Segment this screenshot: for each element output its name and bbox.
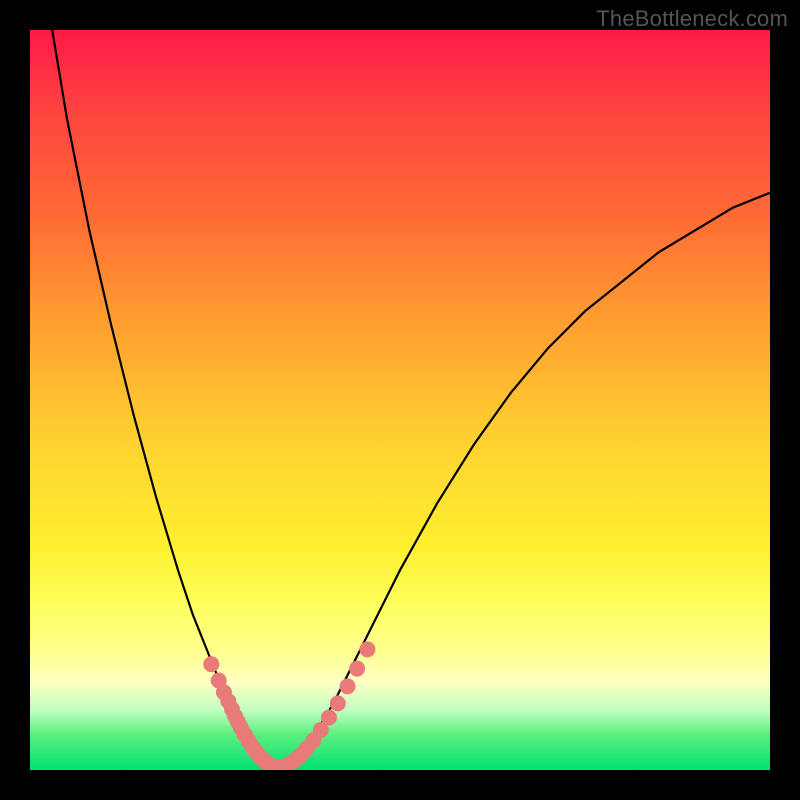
curve-group <box>52 30 770 768</box>
data-marker <box>349 661 365 677</box>
data-marker <box>203 656 219 672</box>
data-marker <box>330 695 346 711</box>
curve-path <box>52 30 274 768</box>
curve-path <box>282 193 770 768</box>
watermark-label: TheBottleneck.com <box>596 6 788 32</box>
data-marker <box>321 710 337 726</box>
chart-svg <box>30 30 770 770</box>
data-marker <box>359 641 375 657</box>
marker-group <box>203 641 375 770</box>
data-marker <box>340 678 356 694</box>
plot-area <box>30 30 770 770</box>
